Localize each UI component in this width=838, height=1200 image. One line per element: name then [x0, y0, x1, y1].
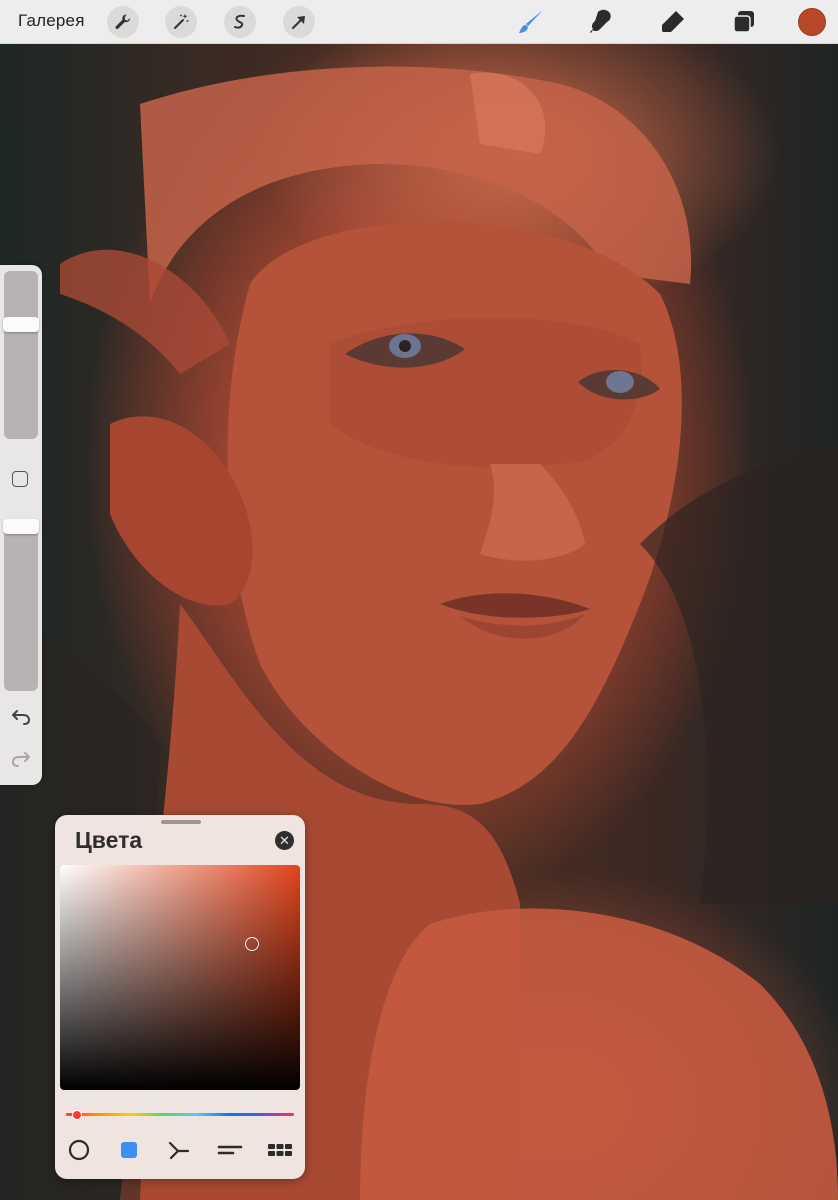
opacity-slider[interactable]	[3, 519, 39, 691]
selection-icon	[234, 14, 245, 29]
hue-slider-handle[interactable]	[72, 1110, 83, 1120]
classic-mode-icon	[121, 1142, 137, 1158]
brush-icon	[519, 10, 543, 33]
brush-size-thumb[interactable]	[3, 316, 39, 332]
adjustments-button[interactable]	[165, 6, 197, 38]
color-picker-handle[interactable]	[245, 936, 259, 951]
brush-tool[interactable]	[515, 6, 547, 38]
eraser-icon	[662, 11, 684, 32]
eraser-tool[interactable]	[657, 6, 689, 38]
opacity-thumb[interactable]	[3, 519, 39, 534]
smudge-tool[interactable]	[585, 6, 617, 38]
hue-slider[interactable]	[66, 1113, 294, 1116]
wrench-icon	[115, 14, 131, 29]
layers-icon	[733, 11, 754, 33]
smudge-icon	[590, 9, 611, 33]
transform-button[interactable]	[283, 6, 315, 38]
value-mode-button[interactable]	[217, 1137, 243, 1163]
panel-title: Цвета	[75, 827, 143, 853]
gallery-button[interactable]: Галерея	[18, 11, 85, 31]
active-color-swatch[interactable]	[798, 8, 826, 36]
disc-mode-button[interactable]	[66, 1137, 92, 1163]
palettes-mode-icon	[268, 1144, 292, 1156]
top-toolbar: Галерея	[0, 0, 838, 44]
undo-icon[interactable]	[9, 705, 33, 729]
harmony-mode-button[interactable]	[166, 1137, 192, 1163]
saturation-brightness-picker[interactable]	[60, 865, 300, 1090]
colors-panel: Цвета ✕	[55, 815, 305, 1179]
actions-button[interactable]	[107, 6, 139, 38]
redo-icon[interactable]	[9, 747, 33, 771]
magic-wand-icon	[174, 14, 189, 29]
layers-button[interactable]	[728, 6, 760, 38]
panel-grabber[interactable]	[161, 820, 201, 824]
brush-size-slider[interactable]	[3, 271, 39, 439]
classic-mode-button[interactable]	[116, 1137, 142, 1163]
disc-mode-icon	[68, 1139, 90, 1161]
modify-square-icon[interactable]	[12, 471, 28, 487]
close-icon[interactable]: ✕	[275, 831, 294, 850]
left-sidebar	[0, 265, 42, 785]
move-arrow-icon	[292, 16, 305, 29]
harmony-mode-icon	[168, 1141, 190, 1160]
palettes-mode-button[interactable]	[267, 1137, 293, 1163]
value-mode-icon	[217, 1145, 243, 1155]
selection-button[interactable]	[224, 6, 256, 38]
